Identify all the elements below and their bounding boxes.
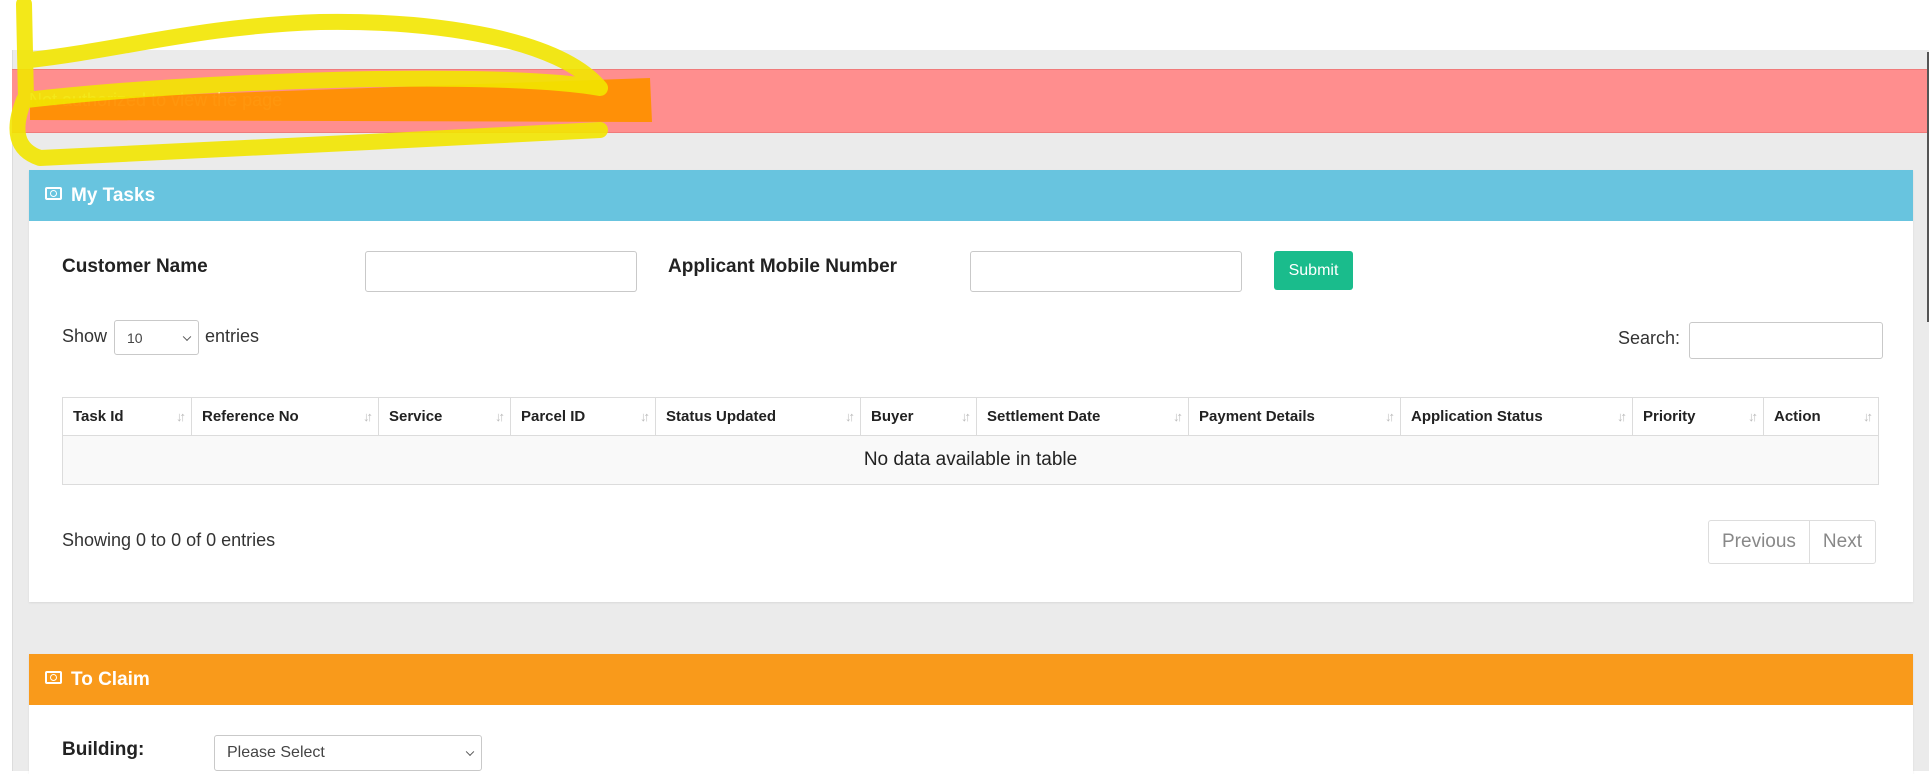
- sort-icon: ↓↑: [961, 409, 971, 424]
- table-header-row: Task Id ↓↑ Reference No ↓↑ Service ↓↑ Parce…: [62, 397, 1879, 436]
- table-info: Showing 0 to 0 of 0 entries: [62, 530, 276, 550]
- column-header-buyer[interactable]: Buyer ↓↑: [860, 397, 977, 436]
- tasks-table: Task Id ↓↑ Reference No ↓↑ Service ↓↑ Parce…: [62, 397, 1879, 485]
- camera-icon: [45, 671, 62, 684]
- previous-page-button[interactable]: Previous: [1709, 521, 1809, 563]
- column-header-status-updated[interactable]: Status Updated ↓↑: [655, 397, 861, 436]
- sort-icon: ↓↑: [363, 409, 373, 424]
- to-claim-title: To Claim: [71, 668, 150, 690]
- building-select[interactable]: Please Select: [214, 735, 482, 771]
- next-page-button[interactable]: Next: [1808, 521, 1875, 563]
- column-header-priority[interactable]: Priority ↓↑: [1632, 397, 1764, 436]
- column-header-settlement-date[interactable]: Settlement Date ↓↑: [976, 397, 1189, 436]
- my-tasks-title: My Tasks: [71, 184, 156, 206]
- customer-name-label: Customer Name: [62, 256, 208, 277]
- column-header-action[interactable]: Action ↓↑: [1763, 397, 1879, 436]
- mobile-number-input[interactable]: [970, 251, 1242, 292]
- empty-table-message: No data available in table: [62, 435, 1879, 485]
- sort-icon: ↓↑: [640, 409, 650, 424]
- pagination: Previous Next: [1708, 520, 1876, 564]
- search-input[interactable]: [1689, 322, 1883, 359]
- search-label: Search:: [1618, 328, 1681, 348]
- my-tasks-panel: My Tasks Customer Name Applicant Mobile …: [29, 170, 1913, 602]
- mobile-number-label: Applicant Mobile Number: [668, 256, 898, 277]
- my-tasks-header: My Tasks: [29, 170, 1913, 221]
- to-claim-header: To Claim: [29, 654, 1913, 705]
- building-label: Building:: [62, 739, 145, 760]
- sort-icon: ↓↑: [1617, 409, 1627, 424]
- building-select-value: Please Select: [227, 744, 325, 761]
- show-label: Show: [62, 326, 108, 346]
- camera-icon: [45, 187, 62, 200]
- chevron-down-icon: [182, 332, 192, 341]
- table-row: No data available in table: [62, 435, 1879, 485]
- column-header-task-id[interactable]: Task Id ↓↑: [62, 397, 192, 436]
- submit-button[interactable]: Submit: [1274, 251, 1353, 290]
- entries-label: entries: [205, 326, 260, 346]
- chevron-down-icon: [465, 747, 475, 757]
- to-claim-panel: To Claim Building: Please Select: [29, 654, 1913, 774]
- alert-message: Not authorized to view the page: [29, 90, 283, 110]
- column-header-payment-details[interactable]: Payment Details ↓↑: [1188, 397, 1401, 436]
- column-header-reference-no[interactable]: Reference No ↓↑: [191, 397, 379, 436]
- sort-icon: ↓↑: [495, 409, 505, 424]
- sort-icon: ↓↑: [1863, 409, 1873, 424]
- sort-icon: ↓↑: [176, 409, 186, 424]
- sort-icon: ↓↑: [1173, 409, 1183, 424]
- error-alert: Not authorized to view the page: [12, 69, 1929, 133]
- entries-select-value: 10: [127, 329, 143, 346]
- column-header-parcel-id[interactable]: Parcel ID ↓↑: [510, 397, 656, 436]
- sort-icon: ↓↑: [845, 409, 855, 424]
- entries-select[interactable]: 10: [114, 320, 199, 355]
- column-header-application-status[interactable]: Application Status ↓↑: [1400, 397, 1633, 436]
- sort-icon: ↓↑: [1748, 409, 1758, 424]
- customer-name-input[interactable]: [365, 251, 637, 292]
- sort-icon: ↓↑: [1385, 409, 1395, 424]
- column-header-service[interactable]: Service ↓↑: [378, 397, 511, 436]
